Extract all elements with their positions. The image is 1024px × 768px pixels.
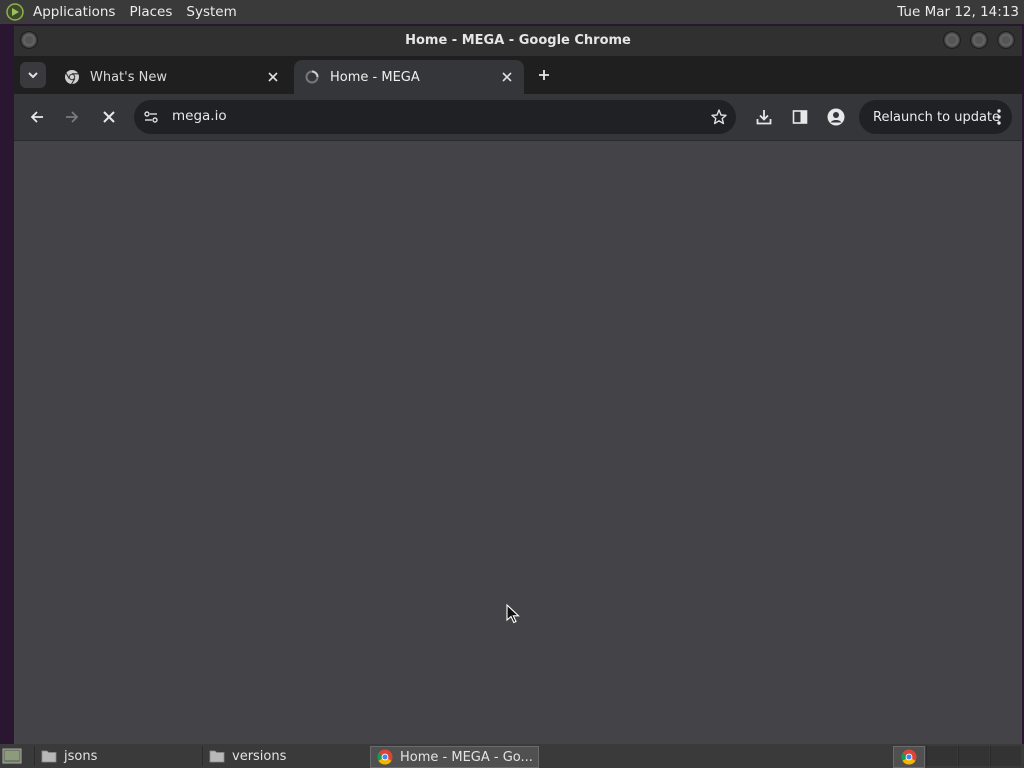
workspace-3[interactable] [958,746,989,766]
kebab-menu-icon[interactable] [996,108,1002,126]
page-content[interactable] [14,141,1022,744]
chrome-icon [901,749,917,765]
arrow-right-icon [66,111,79,123]
profile-button[interactable] [825,106,847,128]
mouse-cursor-icon [506,604,520,624]
taskbar-item-label: jsons [64,748,98,764]
tab-whats-new[interactable]: What's New [54,60,290,94]
site-settings-icon[interactable] [143,109,159,125]
minimize-button[interactable] [943,31,961,49]
taskbar-item-label: Home - MEGA - Go... [400,749,533,765]
browser-toolbar: mega.io Relaunch to update [14,94,1022,141]
taskbar-item-chrome[interactable]: Home - MEGA - Go... [370,746,539,768]
folder-icon [41,750,57,763]
bottom-taskbar: jsons versions Home - MEGA - Go... [0,744,1024,768]
plus-icon [539,70,549,80]
download-icon [756,110,772,125]
tab-strip: What's New Home - MEGA [14,56,1022,94]
bookmark-star-icon[interactable] [710,108,728,126]
close-icon [103,111,115,123]
tray-chrome-workspace[interactable] [893,746,925,768]
back-button[interactable] [26,106,48,128]
system-logo-icon[interactable] [6,3,24,21]
downloads-button[interactable] [753,106,775,128]
workspace-4[interactable] [990,746,1021,766]
loading-icon [304,69,320,85]
url-text[interactable]: mega.io [172,108,227,124]
close-tab-icon[interactable] [264,68,282,86]
system-menu[interactable]: System [179,4,243,20]
chevron-down-icon [28,72,38,79]
relaunch-to-update-button[interactable]: Relaunch to update [859,100,1012,134]
chrome-icon [377,749,393,765]
profile-avatar-icon [827,108,845,126]
stop-loading-button[interactable] [98,106,120,128]
chrome-icon [64,69,80,85]
taskbar-item-label: versions [232,748,287,764]
taskbar-item-versions[interactable]: versions [202,746,367,766]
relaunch-label: Relaunch to update [873,109,1001,125]
folder-icon [209,750,225,763]
show-desktop-icon[interactable] [2,747,22,765]
top-panel: Applications Places System Tue Mar 12, 1… [0,0,1024,24]
places-menu[interactable]: Places [122,4,179,20]
arrow-left-icon [30,111,43,123]
maximize-button[interactable] [970,31,988,49]
close-window-button[interactable] [997,31,1015,49]
window-titlebar[interactable]: Home - MEGA - Google Chrome [14,26,1022,56]
tab-search-button[interactable] [20,62,46,88]
taskbar-item-jsons[interactable]: jsons [34,746,199,766]
forward-button[interactable] [61,106,83,128]
close-tab-icon[interactable] [498,68,516,86]
desktop-background [0,24,14,744]
new-tab-button[interactable] [534,65,554,85]
window-title: Home - MEGA - Google Chrome [405,33,631,48]
applications-menu[interactable]: Applications [26,4,122,20]
tab-home-mega[interactable]: Home - MEGA [294,60,524,94]
browser-window: Home - MEGA - Google Chrome What's New H… [14,26,1022,744]
address-bar[interactable]: mega.io [134,100,736,134]
clock[interactable]: Tue Mar 12, 14:13 [897,4,1019,20]
tab-label: What's New [90,69,167,85]
tab-label: Home - MEGA [330,69,420,85]
side-panel-button[interactable] [789,106,811,128]
side-panel-icon [792,110,808,124]
workspace-2[interactable] [926,746,957,766]
